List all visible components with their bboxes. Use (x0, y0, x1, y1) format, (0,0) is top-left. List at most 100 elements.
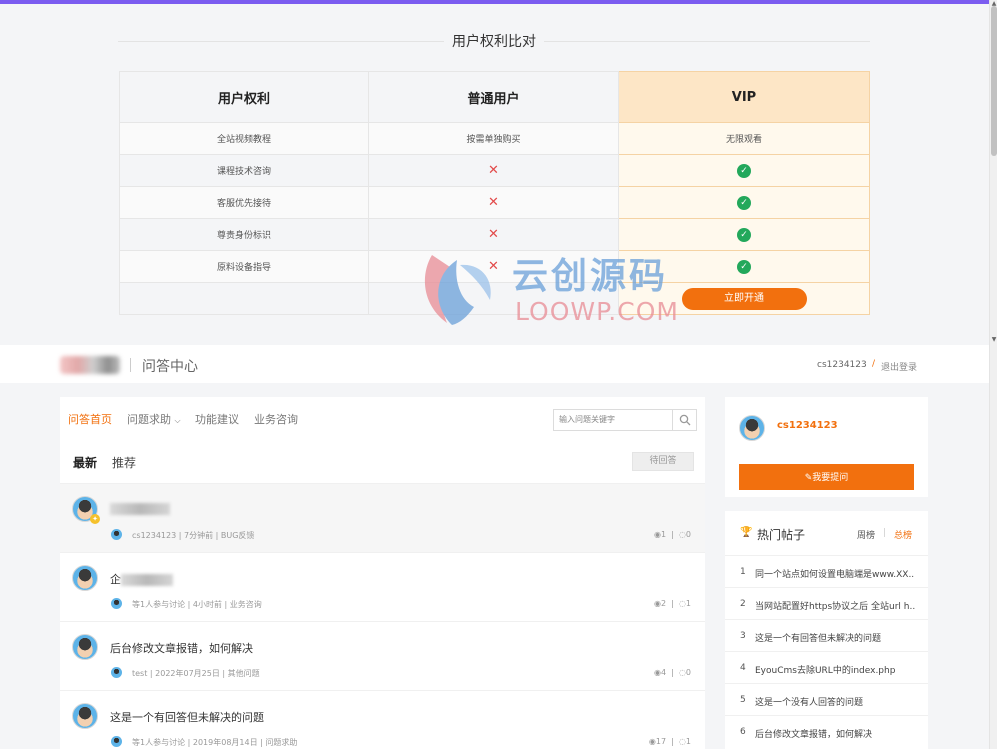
right-name: 尊贵身份标识 (119, 218, 369, 251)
compare-row: 全站视频教程 按需单独购买 无限观看 (119, 122, 870, 155)
normal-value: ✕ (368, 154, 619, 187)
question-item[interactable]: 这是一个有回答但未解决的问题 等1人参与讨论 | 2019年08月14日 | 问… (60, 690, 705, 749)
hot-post-title: 这是一个没有人回答的问题 (755, 698, 864, 708)
logout-link[interactable]: 退出登录 (881, 360, 917, 373)
question-title[interactable]: 企 (110, 571, 173, 587)
hot-post-item[interactable]: 1 同一个站点如何设置电脑端是www.XX... (725, 555, 928, 587)
right-name: 客服优先接待 (119, 186, 369, 219)
normal-value: ✕ (368, 250, 619, 283)
hot-post-item[interactable]: 5 这是一个没有人回答的问题 (725, 683, 928, 715)
question-meta: 等1人参与讨论 | 4小时前 | 业务咨询 (132, 600, 262, 609)
normal-value: ✕ (368, 186, 619, 219)
question-stats: ◉2 | ◌1 (653, 599, 691, 608)
question-item[interactable]: 企 等1人参与讨论 | 4小时前 | 业务咨询 ◉2 | ◌1 (60, 552, 705, 621)
compare-title: 用户权利比对 (444, 31, 544, 53)
compare-action-row: 立即开通 (119, 282, 870, 315)
hot-post-title: 后台修改文章报错，如何解决 (755, 730, 873, 740)
header-divider (130, 358, 131, 372)
hot-post-item[interactable]: 4 EyouCms去除URL中的index.php (725, 651, 928, 683)
ask-question-button[interactable]: ✎我要提问 (739, 464, 914, 490)
question-meta: test | 2022年07月25日 | 其他问题 (132, 669, 260, 678)
vip-value: 无限观看 (618, 122, 870, 155)
comment-icon: ◌ (678, 668, 686, 677)
question-title[interactable] (110, 502, 170, 515)
compare-row: 课程技术咨询 ✕ ✓ (119, 154, 870, 187)
vip-value: ✓ (618, 218, 870, 251)
compare-header-row: 用户权利 普通用户 VIP (119, 71, 870, 123)
scrollbar-thumb[interactable] (991, 6, 997, 156)
normal-value: 按需单独购买 (368, 122, 619, 155)
chevron-down-icon: ⌵ (174, 416, 181, 425)
tab-total[interactable]: 总榜 (894, 528, 912, 541)
eye-icon: ◉ (653, 530, 661, 539)
search-input[interactable]: 输入问题关键字 (553, 409, 673, 431)
pending-button[interactable]: 待回答 (632, 452, 694, 471)
scroll-down-icon[interactable]: ▼ (990, 336, 997, 344)
hot-post-title: 这是一个有回答但未解决的问题 (755, 634, 882, 644)
avatar (111, 529, 122, 540)
question-stats: ◉17 | ◌1 (648, 737, 691, 746)
open-vip-button[interactable]: 立即开通 (681, 287, 807, 310)
nav-help[interactable]: 问题求助 ⌵ (127, 411, 181, 427)
vip-value: ✓ (618, 186, 870, 219)
comment-icon: ◌ (678, 737, 686, 746)
hot-post-item[interactable]: 6 后台修改文章报错，如何解决 (725, 715, 928, 747)
header-normal: 普通用户 (368, 71, 619, 123)
right-name: 课程技术咨询 (119, 154, 369, 187)
sidebar-username[interactable]: cs1234123 (777, 420, 838, 431)
cross-icon: ✕ (488, 163, 499, 178)
compare-table: 用户权利 普通用户 VIP 全站视频教程 按需单独购买 无限观看 课程技术咨询 … (119, 71, 870, 315)
hot-post-title: 同一个站点如何设置电脑端是www.XX... (755, 570, 915, 580)
hot-post-title: 当网站配置好https协议之后 全站url h... (755, 602, 915, 612)
empty-cell (368, 282, 619, 315)
question-title[interactable]: 这是一个有回答但未解决的问题 (110, 709, 264, 725)
vertical-scrollbar[interactable]: ▲ ▼ (989, 0, 997, 749)
tab-week[interactable]: 周榜 (857, 528, 875, 541)
page-title: 问答中心 (142, 359, 198, 375)
compare-row: 原料设备指导 ✕ ✓ (119, 250, 870, 283)
cross-icon: ✕ (488, 227, 499, 242)
comment-icon: ◌ (678, 599, 686, 608)
eye-icon: ◉ (653, 668, 661, 677)
user-card: cs1234123 ✎我要提问 (725, 397, 928, 497)
search-icon (679, 414, 690, 426)
tab-recommend[interactable]: 推荐 (112, 454, 136, 471)
avatar (111, 598, 122, 609)
top-accent-bar (0, 0, 989, 4)
hot-post-item[interactable]: 2 当网站配置好https协议之后 全站url h... (725, 587, 928, 619)
qa-header: 问答中心 cs1234123 / 退出登录 (0, 345, 989, 383)
header-username-link[interactable]: cs1234123 (817, 360, 867, 370)
nav-business[interactable]: 业务咨询 (254, 411, 298, 427)
hot-post-rank: 5 (740, 695, 746, 705)
nav-home[interactable]: 问答首页 (68, 411, 112, 427)
avatar (72, 565, 98, 591)
compare-row: 尊贵身份标识 ✕ ✓ (119, 218, 870, 251)
question-stats: ◉1 | ◌0 (653, 530, 691, 539)
blurred-title (110, 503, 170, 515)
avatar (111, 736, 122, 747)
eye-icon: ◉ (653, 599, 661, 608)
normal-value: ✕ (368, 218, 619, 251)
avatar (72, 634, 98, 660)
question-title[interactable]: 后台修改文章报错，如何解决 (110, 640, 253, 656)
header-rights: 用户权利 (119, 71, 369, 123)
vip-value: ✓ (618, 154, 870, 187)
nav-suggest[interactable]: 功能建议 (195, 411, 239, 427)
site-logo[interactable] (60, 356, 120, 374)
hot-post-rank: 1 (740, 567, 746, 577)
hot-post-item[interactable]: 3 这是一个有回答但未解决的问题 (725, 619, 928, 651)
tab-latest[interactable]: 最新 (73, 454, 97, 471)
avatar[interactable] (739, 415, 765, 441)
question-item[interactable]: 后台修改文章报错，如何解决 test | 2022年07月25日 | 其他问题 … (60, 621, 705, 690)
blurred-title (121, 574, 173, 586)
hot-post-title: EyouCms去除URL中的index.php (755, 666, 896, 676)
vip-badge-icon: ✦ (90, 514, 100, 524)
question-item[interactable]: ✦ cs1234123 | 7分钟前 | BUG反馈 ◉1 | ◌0 (60, 483, 705, 552)
vip-value: ✓ (618, 250, 870, 283)
check-icon: ✓ (737, 163, 751, 178)
avatar (72, 703, 98, 729)
comment-icon: ◌ (678, 530, 686, 539)
eye-icon: ◉ (648, 737, 656, 746)
hot-post-rank: 2 (740, 599, 746, 609)
search-button[interactable] (673, 409, 697, 431)
